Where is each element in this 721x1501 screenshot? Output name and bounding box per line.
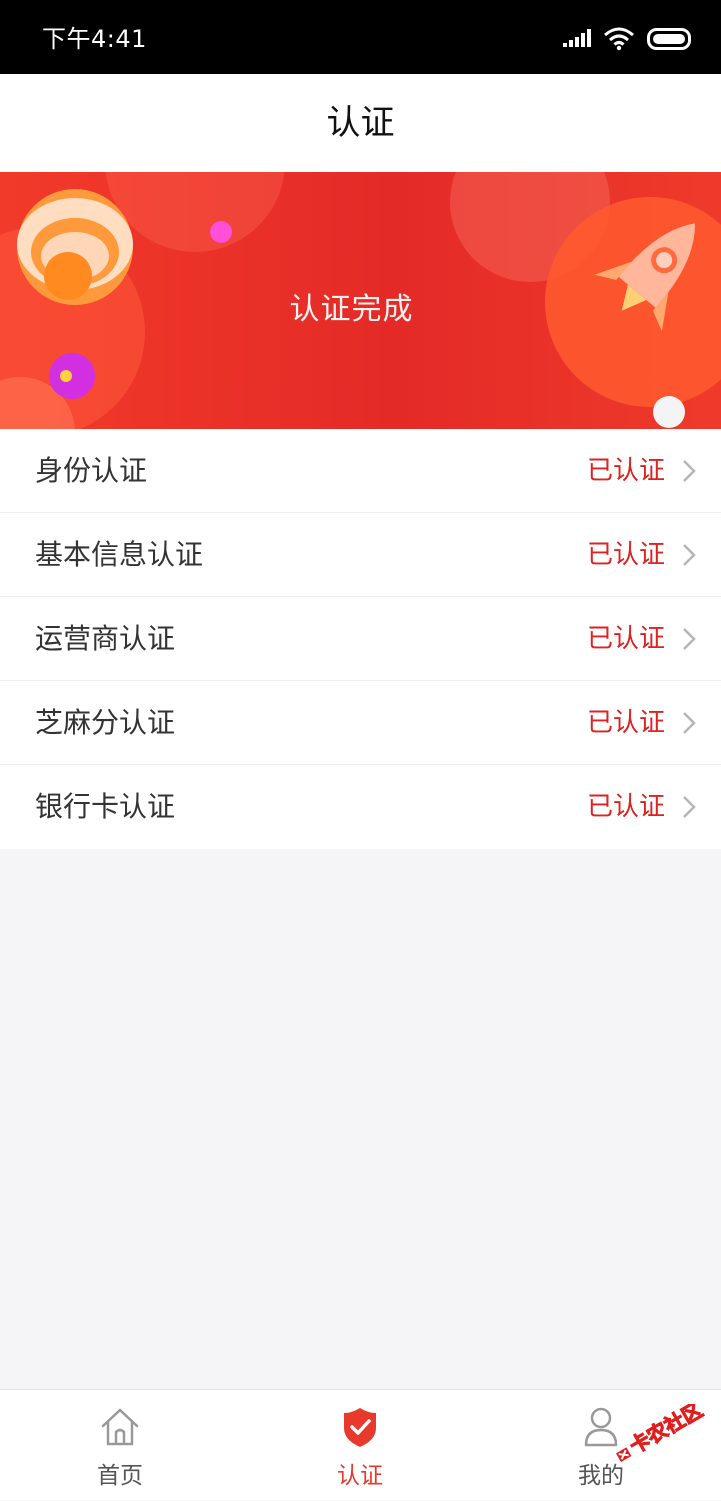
item-label: 芝麻分认证 — [35, 706, 176, 739]
item-label: 基本信息认证 — [35, 538, 204, 571]
list-item-identity[interactable]: 身份认证 已认证 — [0, 429, 721, 513]
signal-icon — [563, 29, 591, 47]
watermark-logo: 卡农社区 — [616, 1404, 707, 1462]
status-time: 下午4:41 — [42, 25, 147, 53]
battery-icon — [647, 28, 691, 50]
chevron-right-icon — [683, 460, 696, 482]
tab-label: 认证 — [337, 1463, 383, 1489]
banner-title: 认证完成 — [289, 292, 414, 327]
status-badge: 已认证 — [586, 456, 665, 486]
tab-home[interactable]: 首页 — [0, 1390, 240, 1501]
wifi-icon — [604, 27, 634, 51]
status-badge: 已认证 — [586, 792, 665, 822]
page-title: 认证 — [326, 103, 395, 143]
list-item-sesame-score[interactable]: 芝麻分认证 已认证 — [0, 681, 721, 765]
item-label: 运营商认证 — [35, 622, 176, 655]
nav-bar: 认证 — [0, 74, 721, 172]
chevron-right-icon — [683, 712, 696, 734]
shield-check-icon — [344, 1408, 376, 1447]
banner: 认证完成 — [0, 172, 721, 429]
status-icons — [563, 24, 693, 54]
tab-label: 首页 — [97, 1463, 143, 1489]
chevron-right-icon — [683, 544, 696, 566]
svg-text:卡农社区: 卡农社区 — [625, 1404, 706, 1458]
status-badge: 已认证 — [586, 624, 665, 654]
tab-verification[interactable]: 认证 — [240, 1390, 480, 1501]
item-label: 身份认证 — [35, 454, 148, 487]
status-bar: 下午4:41 — [0, 0, 721, 74]
item-label: 银行卡认证 — [35, 790, 176, 823]
chevron-right-icon — [683, 628, 696, 650]
home-icon — [101, 1408, 139, 1446]
verification-list: 身份认证 已认证 基本信息认证 已认证 运营商认证 已认证 芝麻分认证 已认证 … — [0, 429, 721, 849]
status-badge: 已认证 — [586, 708, 665, 738]
list-item-bank-card[interactable]: 银行卡认证 已认证 — [0, 765, 721, 849]
chevron-right-icon — [683, 796, 696, 818]
list-item-carrier[interactable]: 运营商认证 已认证 — [0, 597, 721, 681]
status-badge: 已认证 — [586, 540, 665, 570]
list-item-basic-info[interactable]: 基本信息认证 已认证 — [0, 513, 721, 597]
